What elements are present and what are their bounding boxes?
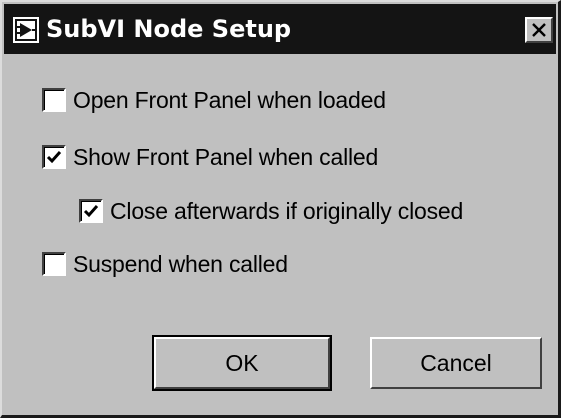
checkbox-close-afterwards[interactable]: [79, 199, 103, 223]
option-suspend[interactable]: Suspend when called: [42, 248, 288, 280]
option-open-front-panel[interactable]: Open Front Panel when loaded: [42, 84, 386, 116]
option-label: Show Front Panel when called: [73, 143, 379, 170]
checkbox-show-front-panel[interactable]: [42, 145, 66, 169]
labview-vi-icon: [13, 17, 39, 43]
option-label: Close afterwards if originally closed: [110, 197, 464, 224]
title-bar[interactable]: SubVI Node Setup: [4, 4, 556, 54]
close-button[interactable]: [525, 17, 553, 43]
option-show-front-panel[interactable]: Show Front Panel when called: [42, 141, 378, 173]
checkbox-suspend[interactable]: [42, 252, 66, 276]
checkmark-icon: [46, 151, 62, 164]
window-title: SubVI Node Setup: [46, 15, 292, 43]
option-label: Suspend when called: [73, 250, 288, 277]
option-close-afterwards[interactable]: Close afterwards if originally closed: [79, 195, 463, 227]
checkmark-icon: [83, 205, 99, 218]
close-icon: [532, 23, 546, 37]
dialog-body: Open Front Panel when loaded Show Front …: [4, 56, 556, 410]
option-label: Open Front Panel when loaded: [73, 86, 386, 113]
cancel-button[interactable]: Cancel: [370, 337, 542, 389]
checkbox-open-front-panel[interactable]: [42, 88, 66, 112]
dialog-window: SubVI Node Setup Open Front Panel when l…: [0, 0, 561, 418]
ok-button[interactable]: OK: [152, 335, 332, 391]
